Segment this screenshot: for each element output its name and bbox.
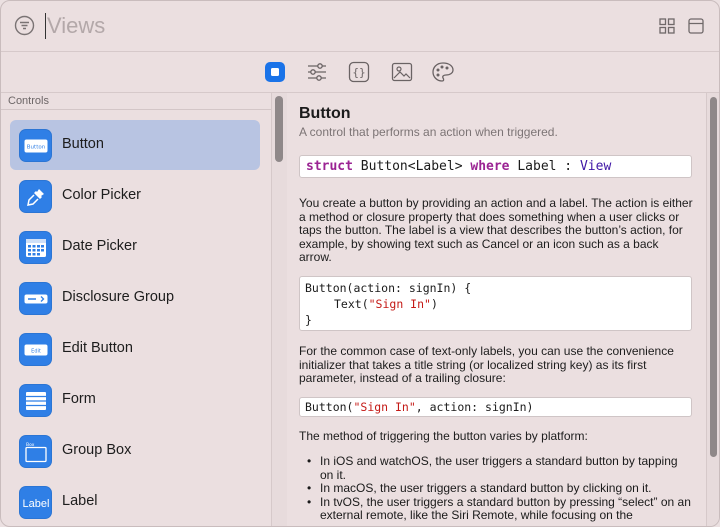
code-text: Label : (509, 159, 580, 174)
sidebar: Controls Button Button Color Picker Date… (1, 93, 287, 526)
list-item: In iOS and watchOS, the user triggers a … (299, 454, 694, 482)
code-type: View (579, 159, 612, 174)
sidebar-item-date-picker[interactable]: Date Picker (10, 222, 260, 272)
sidebar-item-label-item[interactable]: Label Label (10, 477, 260, 526)
library-window: Views {} Controls Button Button Color Pi… (0, 0, 720, 527)
detail-view-icon[interactable] (687, 17, 705, 35)
views-tab[interactable] (265, 62, 285, 82)
description-paragraph: For the common case of text-only labels,… (299, 344, 674, 386)
code-snippets-tab[interactable]: {} (347, 60, 371, 84)
form-icon (19, 384, 52, 417)
colors-tab[interactable] (431, 60, 455, 84)
grid-view-icon[interactable] (658, 17, 676, 35)
photo-icon (391, 62, 413, 82)
svg-text:Button: Button (26, 144, 45, 150)
description-paragraph: The method of triggering the button vari… (299, 429, 588, 443)
sidebar-item-label: Date Picker (62, 238, 137, 254)
svg-text:{}: {} (352, 66, 365, 79)
list-item: In macOS, the user triggers a standard b… (299, 482, 694, 496)
svg-text:Edit: Edit (31, 348, 41, 354)
disclosure-icon (19, 282, 52, 315)
braces-icon: {} (348, 61, 370, 83)
page-title: Button (299, 105, 351, 122)
sidebar-item-edit-button[interactable]: Edit Edit Button (10, 324, 260, 374)
code-line: Text("Sign In") (334, 297, 438, 311)
edit-button-icon: Edit (19, 333, 52, 366)
page-subtitle: A control that performs an action when t… (299, 125, 558, 139)
sidebar-item-group-box[interactable]: Box Group Box (10, 426, 260, 476)
square-icon (271, 68, 279, 76)
search-input[interactable]: Views (47, 13, 105, 39)
group-box-icon: Box (19, 435, 52, 468)
modifiers-tab[interactable] (305, 60, 329, 84)
sidebar-item-label: Color Picker (62, 187, 141, 203)
sidebar-item-button[interactable]: Button Button (10, 120, 260, 170)
sidebar-item-label: Label (62, 493, 98, 509)
sidebar-header-divider (1, 109, 271, 110)
sliders-icon (308, 63, 326, 81)
sidebar-item-label: Form (62, 391, 96, 407)
sidebar-item-color-picker[interactable]: Color Picker (10, 171, 260, 221)
label-icon: Label (19, 486, 52, 519)
declaration-box: struct Button<Label> where Label : View (299, 155, 692, 178)
code-line: } (305, 313, 312, 327)
palette-icon (432, 62, 454, 82)
detail-pane: Button A control that performs an action… (288, 93, 719, 526)
platform-list: In iOS and watchOS, the user triggers a … (299, 454, 694, 523)
sidebar-item-form[interactable]: Form (10, 375, 260, 425)
sidebar-scrollbar[interactable] (275, 96, 283, 162)
code-line: Button(action: signIn) { (305, 281, 472, 295)
eyedropper-icon (19, 180, 52, 213)
filter-icon[interactable] (14, 15, 35, 36)
search-bar: Views (1, 1, 719, 51)
code-example-block: Button(action: signIn) { Text("Sign In")… (299, 276, 692, 331)
sidebar-item-label: Disclosure Group (62, 289, 175, 305)
code-example-inline: Button("Sign In", action: signIn) (299, 397, 692, 417)
sidebar-item-disclosure-group[interactable]: Disclosure Group (10, 273, 260, 323)
sidebar-item-label: Button (62, 136, 104, 152)
sidebar-item-label: Group Box (62, 442, 132, 458)
images-tab[interactable] (390, 60, 414, 84)
button-icon: Button (19, 129, 52, 162)
text-caret (45, 13, 46, 39)
svg-text:Label: Label (22, 498, 49, 510)
code-keyword: where (470, 159, 510, 174)
sidebar-item-label: Edit Button (62, 340, 133, 356)
description-paragraph: You create a button by providing an acti… (299, 196, 693, 265)
code-text: Button<Label> (352, 159, 471, 174)
search-divider (1, 51, 719, 52)
code-keyword: struct (306, 159, 353, 174)
detail-scrollbar[interactable] (710, 97, 717, 457)
calendar-icon (19, 231, 52, 264)
sidebar-section-header: Controls (8, 95, 49, 107)
list-item: In tvOS, the user triggers a standard bu… (299, 495, 694, 523)
